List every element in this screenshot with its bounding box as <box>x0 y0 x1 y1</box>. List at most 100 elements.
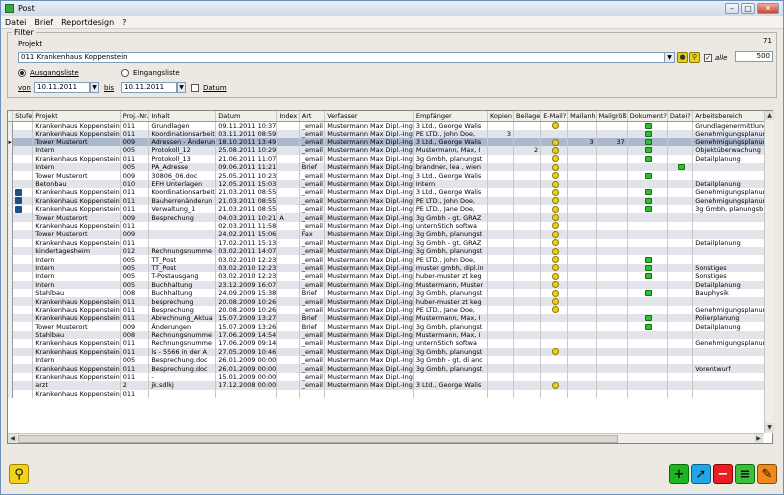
table-cell: Mustermann Max Dipl.-Ing <box>324 146 414 155</box>
column-header[interactable]: Proj.-Nr. <box>120 111 150 122</box>
column-header[interactable]: E-Mail? <box>540 111 569 122</box>
von-date-input[interactable]: 10.11.2011 <box>34 82 90 93</box>
bis-chevron-down-icon[interactable]: ▼ <box>177 82 186 93</box>
table-row[interactable]: Krankenhaus Koppenstein 011-15.01.2009 00… <box>8 372 772 382</box>
scroll-left-icon[interactable]: ◀ <box>8 434 17 443</box>
column-header[interactable]: Kopien <box>487 111 515 122</box>
column-header[interactable]: Datum <box>215 111 278 122</box>
table-cell <box>627 121 668 130</box>
delete-button[interactable]: − <box>713 464 733 484</box>
table-cell <box>596 372 628 382</box>
table-row[interactable]: Intern 005 Buchhaltung 23.12.2009 16:07 _ema… <box>8 280 772 289</box>
column-header[interactable]: Art <box>299 111 326 122</box>
von-chevron-down-icon[interactable]: ▼ <box>90 82 99 93</box>
table-row[interactable]: Tower Musterort 009 Besprechung 04.03.2011 … <box>8 213 772 222</box>
column-header[interactable]: Verfasser <box>324 111 414 122</box>
table-cell <box>276 255 300 264</box>
table-row[interactable]: Stahlbau 008 Rechnungsnumme 17.06.2009 14:5… <box>8 330 772 340</box>
bis-date-input[interactable]: 10.11.2011 <box>121 82 177 93</box>
table-cell: 09.11.2011 10:37 <box>215 121 278 130</box>
table-row[interactable]: kindertagesheim 012 Rechnungsnumme 03.02.20… <box>8 246 772 256</box>
add-button[interactable]: + <box>669 464 689 484</box>
scroll-down-icon[interactable]: ▼ <box>765 423 774 432</box>
table-row[interactable]: Tower Musterort 009 30806_06.doc 25.05.2011… <box>8 171 772 180</box>
column-header[interactable]: Mailanh <box>567 111 597 122</box>
maximize-button[interactable]: □ <box>741 3 755 14</box>
table-cell <box>667 322 694 331</box>
table-row[interactable]: Intern 005 Besprechung.doc 26.01.2009 00:00… <box>8 356 772 365</box>
table-row[interactable]: Intern 005 TT_Post 03.02.2010 12:23 _email Mu… <box>8 263 772 273</box>
menu-datei[interactable]: Datei <box>1 18 30 27</box>
limit-input[interactable]: 500 <box>735 51 773 62</box>
scroll-thumb[interactable] <box>18 435 618 443</box>
column-header[interactable]: Datei? <box>667 111 694 122</box>
table-row[interactable]: Krankenhaus Koppenstein 011 Protokoll_13 21… <box>8 154 772 164</box>
column-header[interactable]: Projekt <box>32 111 121 122</box>
table-cell: Mustermann Max Dipl.-Ing <box>324 372 414 382</box>
table-row[interactable]: ▸ Tower Musterort 009 Adressen - Änderun 18.… <box>8 137 772 147</box>
menu-help[interactable]: ? <box>118 18 130 27</box>
vertical-scrollbar[interactable]: ▲ ▼ <box>764 111 774 433</box>
search-button[interactable]: ⚲ <box>9 464 29 484</box>
table-row[interactable]: Krankenhaus Koppenstein 011 Bauherrenänder… <box>8 196 772 206</box>
menu-brief[interactable]: Brief <box>30 18 57 27</box>
table-row[interactable]: Krankenhaus Koppenstein 011 Besprechung.do… <box>8 364 772 373</box>
column-header[interactable]: Inhalt <box>148 111 217 122</box>
table-row[interactable]: Krankenhaus Koppenstein 011 17.02.2011 15:… <box>8 238 772 247</box>
edit-button[interactable]: ✎ <box>757 464 777 484</box>
eingangsliste-radio[interactable] <box>121 69 129 77</box>
table-row[interactable]: Krankenhaus Koppenstein 011 Abrechnung_Akt… <box>8 314 772 323</box>
scroll-up-icon[interactable]: ▲ <box>765 111 774 120</box>
table-cell <box>12 389 34 398</box>
table-row[interactable]: Intern 005 PA_Adresse 09.06.2011 11:21 Brief… <box>8 163 772 172</box>
table-row[interactable]: Intern 005 Protokoll_12 25.08.2011 10:29 _em… <box>8 146 772 155</box>
table-cell: _email <box>299 121 326 130</box>
table-row[interactable]: Krankenhaus Koppenstein 011 Rechnungsnumme… <box>8 339 772 348</box>
list-button[interactable]: ≡ <box>735 464 755 484</box>
table-row[interactable]: Intern 005 TT_Post 03.02.2010 12:23 _email Mu… <box>8 255 772 264</box>
table-row[interactable]: Krankenhaus Koppenstein 011 02.03.2011 11:… <box>8 221 772 231</box>
table-row[interactable]: Krankenhaus Koppenstein 011 Koordinationsa… <box>8 188 772 197</box>
column-header[interactable]: Arbeitsbereich <box>692 111 772 122</box>
datum-checkbox[interactable] <box>191 84 199 92</box>
search-icon[interactable]: ⚲ <box>689 52 700 63</box>
column-header[interactable]: Empfänger <box>413 111 488 122</box>
horizontal-scrollbar[interactable]: ◀ ▶ <box>8 433 764 443</box>
table-row[interactable]: Intern 005 T-Postausgang 03.02.2010 12:23 _e… <box>8 272 772 281</box>
table-cell <box>276 263 300 273</box>
filter-icon[interactable]: ● <box>677 52 688 63</box>
table-cell <box>667 297 694 306</box>
table-cell: Intern <box>32 280 121 289</box>
alle-checkbox[interactable]: ✓ <box>704 54 712 62</box>
table-row[interactable]: Tower Musterort 009 Änderungen 15.07.2009 1… <box>8 322 772 331</box>
table-row[interactable]: Tower Musterort 009 24.02.2011 15:06 Fax Mus… <box>8 230 772 239</box>
chevron-down-icon[interactable]: ▼ <box>664 52 675 63</box>
table-row[interactable]: Stahlbau 008 Buchhaltung 24.09.2009 15:38 Br… <box>8 288 772 298</box>
column-header[interactable]: Dokument? <box>627 111 668 122</box>
column-header[interactable]: Index <box>276 111 300 122</box>
table-row[interactable]: Krankenhaus Koppenstein 011 besprechung 20.… <box>8 297 772 306</box>
table-row[interactable]: Krankenhaus Koppenstein 011 Grundlagen 09.1… <box>8 121 772 130</box>
table-cell: Mustermann Max Dipl.-Ing <box>324 154 414 164</box>
table-row[interactable]: Krankenhaus Koppenstein 011 ls - 5566 in d… <box>8 347 772 357</box>
select-button[interactable]: ➚ <box>691 464 711 484</box>
menu-reportdesign[interactable]: Reportdesign <box>57 18 118 27</box>
minimize-button[interactable]: – <box>725 3 739 14</box>
table-cell <box>596 146 628 155</box>
close-button[interactable]: ✕ <box>757 3 779 14</box>
table-row[interactable]: Krankenhaus Koppenstein 011 <box>8 389 772 398</box>
column-header[interactable]: Stufe <box>12 111 34 122</box>
table-cell: Besprechung <box>148 213 217 222</box>
table-row[interactable]: Krankenhaus Koppenstein 011 Verwaltung_1 21… <box>8 205 772 214</box>
row-selector[interactable]: ▸ <box>8 137 14 147</box>
column-header[interactable]: Mailgröß <box>596 111 628 122</box>
table-row[interactable]: Krankenhaus Koppenstein 011 Besprechung 20.… <box>8 305 772 315</box>
scroll-right-icon[interactable]: ▶ <box>754 434 763 443</box>
table-row[interactable]: arzt 2 jk.sdlkj 17.12.2008 00:00 _email Muste… <box>8 381 772 390</box>
ausgangsliste-radio[interactable] <box>18 69 26 77</box>
table-row[interactable]: Betonbau 010 EFH Unterlagen 12.05.2011 15:0… <box>8 179 772 189</box>
column-header[interactable]: Beilage <box>513 111 542 122</box>
project-combobox[interactable]: 011 Krankenhaus Koppenstein <box>18 52 666 63</box>
table-cell: 011 <box>120 188 150 197</box>
table-row[interactable]: Krankenhaus Koppenstein 011 Koordinationsa… <box>8 129 772 138</box>
